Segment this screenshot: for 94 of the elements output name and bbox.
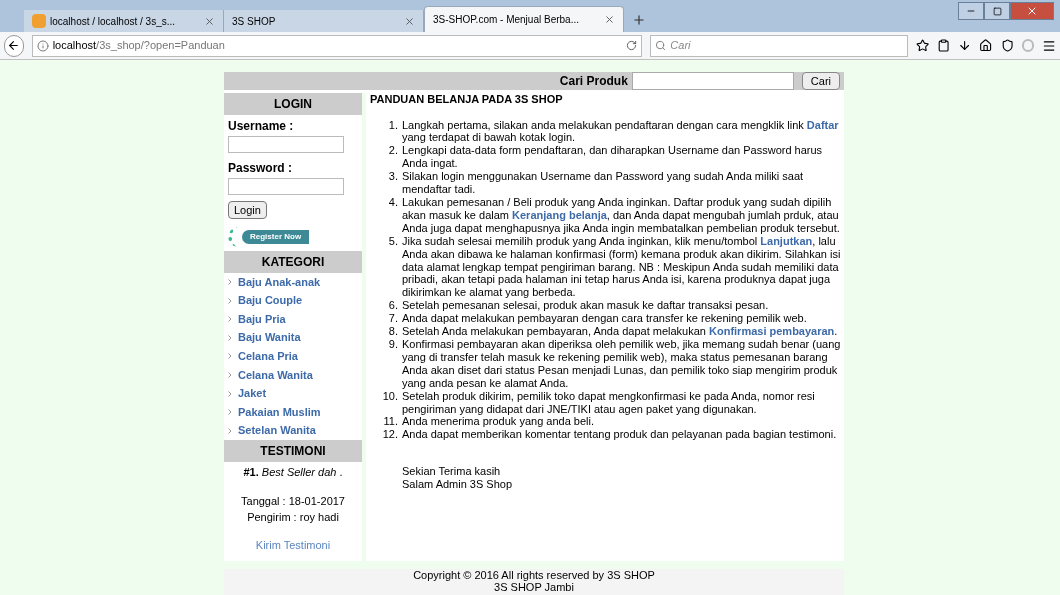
close-icon [1026, 5, 1038, 17]
link[interactable]: Daftar [806, 118, 839, 131]
category-link[interactable]: Jaket [238, 385, 267, 402]
chevron-icon [228, 409, 232, 416]
step-text: Konfirmasi pembayaran akan diperiksa oleh pemilik web, jika memang sudah benar (uang yang di transfer telah masuk ke rekening pemilik web), maka status pemesanan barang Anda akan diset dari status Pesan menjadi Lunas, dan pemilik toko siap mengirim produk yang anda pesan ke alamat Anda. [402, 337, 842, 390]
step-number: 10. [381, 389, 399, 404]
chevron-icon [228, 427, 232, 434]
testimonial-date: Tanggal : 18-01-2017 [241, 493, 345, 509]
section-header: KATEGORI [224, 250, 362, 273]
search-placeholder: Cari [670, 38, 691, 54]
address-field[interactable]: localhost/3s_shop/?open=Panduan [31, 34, 643, 57]
category-link[interactable]: Pakaian Muslim [238, 403, 321, 421]
chevron-icon [228, 316, 232, 323]
tab-title: 3S-SHOP.com - Menjual Berba... [433, 13, 580, 27]
link[interactable]: Keranjang belanja [512, 208, 607, 221]
download-icon[interactable] [958, 38, 972, 53]
category-link[interactable]: Baju Wanita [238, 329, 301, 346]
footer-text: Copyright © 2016 All rights reserved by 3S SHOP [413, 569, 655, 581]
testimonial-text: #1. Best Seller dah . [243, 465, 343, 480]
chevron-icon [228, 390, 232, 397]
step-text: Anda dapat melakukan pembayaran dengan cara transfer ke rekening pemilik web. [402, 312, 807, 326]
search-icon [655, 40, 667, 51]
close-icon[interactable] [604, 14, 615, 25]
step-text: Lengkapi data-data form pendaftaran, dan diharapkan Username dan Password harus Anda ingat. [402, 144, 824, 171]
search-button[interactable]: Cari [801, 72, 840, 90]
step-number: 2. [387, 144, 399, 159]
maximize-icon [992, 6, 1002, 16]
step-number: 8. [387, 325, 399, 338]
close-icon[interactable] [404, 15, 415, 27]
shield-icon[interactable] [1000, 38, 1014, 53]
browser-tab[interactable]: 3S-SHOP.com - Menjual Berba... [424, 6, 624, 32]
chevron-icon [228, 334, 232, 341]
testimonial-sender: Pengirim : roy hadi [247, 510, 339, 525]
password-field[interactable] [228, 177, 344, 195]
section-header: LOGIN [224, 92, 362, 115]
category-link[interactable]: Baju Couple [238, 292, 303, 309]
close-icon[interactable] [204, 15, 215, 27]
minimize-button[interactable] [958, 2, 984, 20]
step-number: 1. [387, 118, 399, 133]
footer-text: 3S SHOP Jambi [494, 581, 574, 593]
step-text: Silakan login menggunakan Username dan Password yang sudah Anda miliki saat mendaftar tadi. [402, 170, 805, 196]
back-arrow-icon [7, 39, 21, 52]
step-text: Jika sudah selesai memilih produk yang Anda inginkan, klik menu/tombol Lanjutkan, lalu Anda akan dibawa ke halaman konfirmasi (form) kemana produk akan dikirim. Silahkan isi data alamat lengkap tempat pengiriman barang. NB : Meskipun Anda sudah memiliki data pribadi, akan tetapi pada halaman ini tetap harus Anda isi, karena produknya dapat juga dikirimkan ke alamat yang berbeda. [402, 234, 842, 300]
login-button[interactable]: Login [228, 200, 267, 219]
closing-text: Salam Admin 3S Shop [402, 478, 514, 492]
step-text: Lakukan pemesanan / Beli produk yang Anda inginkan. Daftar produk yang sudah dipilih akan masuk ke dalam Keranjang belanja, dan Anda dapat mengubah jumlah prduk, atau Anda juga dapat menghapusnya jika Anda ingin membatalkan pembelian produk tersebut. [402, 196, 841, 235]
step-number: 12. [381, 428, 399, 442]
step-text: Langkah pertama, silakan anda melakukan pendaftaran dengan cara mengklik link Daftar yang terdapat di bawah kotak login. [402, 118, 840, 145]
chevron-icon [228, 297, 232, 304]
step-number: 5. [387, 234, 399, 249]
category-link[interactable]: Celana Wanita [238, 366, 313, 384]
password-label: Password : [228, 159, 294, 177]
info-icon[interactable] [36, 39, 49, 52]
step-number: 6. [387, 299, 399, 313]
chevron-icon [228, 371, 232, 378]
chevron-icon [228, 353, 232, 360]
search-field[interactable]: Cari [650, 34, 908, 57]
clipboard-icon[interactable] [936, 38, 951, 53]
step-number: 11. [382, 415, 399, 429]
maximize-button[interactable] [984, 2, 1010, 20]
closing-text: Sekian Terima kasih [402, 465, 502, 479]
page-title: PANDUAN BELANJA PADA 3S SHOP [370, 92, 564, 106]
username-field[interactable] [228, 135, 344, 153]
tab-title: 3S SHOP [232, 14, 277, 29]
new-tab-icon[interactable] [632, 13, 646, 27]
browser-tab[interactable]: 3S SHOP [224, 10, 424, 32]
category-link[interactable]: Baju Pria [238, 310, 286, 328]
send-testimonial-link[interactable]: Kirim Testimoni [255, 536, 331, 553]
step-text: Setelah Anda melakukan pembayaran, Anda dapat melakukan Konfirmasi pembayaran. [402, 325, 838, 338]
step-number: 7. [387, 312, 399, 326]
search-label: Cari Produk [559, 73, 628, 90]
username-label: Username : [228, 117, 295, 135]
chevron-icon [228, 278, 232, 285]
reload-icon[interactable] [626, 40, 638, 51]
step-text: Anda menerima produk yang anda beli. [402, 415, 594, 429]
home-icon[interactable] [979, 38, 993, 53]
favicon-icon [32, 14, 46, 28]
step-text: Setelah produk dikirim, pemilik toko dapat mengkonfirmasi ke pada Anda, nomor resi pengiriman yang didapat dari JNE/TIKI atau agen paket yang digunakan. [402, 389, 816, 416]
category-link[interactable]: Baju Anak-anak [238, 273, 321, 291]
browser-tab[interactable]: localhost / localhost / 3s_s... [24, 10, 224, 32]
step-text: Setelah pemesanan selesai, produk akan masuk ke daftar transaksi pesan. [402, 299, 769, 313]
step-number: 4. [387, 196, 399, 210]
category-link[interactable]: Celana Pria [238, 348, 298, 365]
product-search-field[interactable] [631, 72, 794, 90]
url-path: /3s_shop/?open=Panduan [96, 38, 226, 54]
step-number: 9. [387, 337, 399, 352]
category-link[interactable]: Setelan Wanita [238, 422, 316, 439]
tab-title: localhost / localhost / 3s_s... [50, 14, 177, 29]
step-text: Anda dapat memberikan komentar tentang produk dan pelayanan pada bagian testimoni. [402, 428, 837, 442]
bookmark-star-icon[interactable] [915, 38, 929, 53]
back-button[interactable] [4, 34, 24, 57]
url-host: localhost [52, 38, 97, 54]
section-header: TESTIMONI [224, 440, 362, 462]
step-number: 3. [387, 170, 399, 185]
